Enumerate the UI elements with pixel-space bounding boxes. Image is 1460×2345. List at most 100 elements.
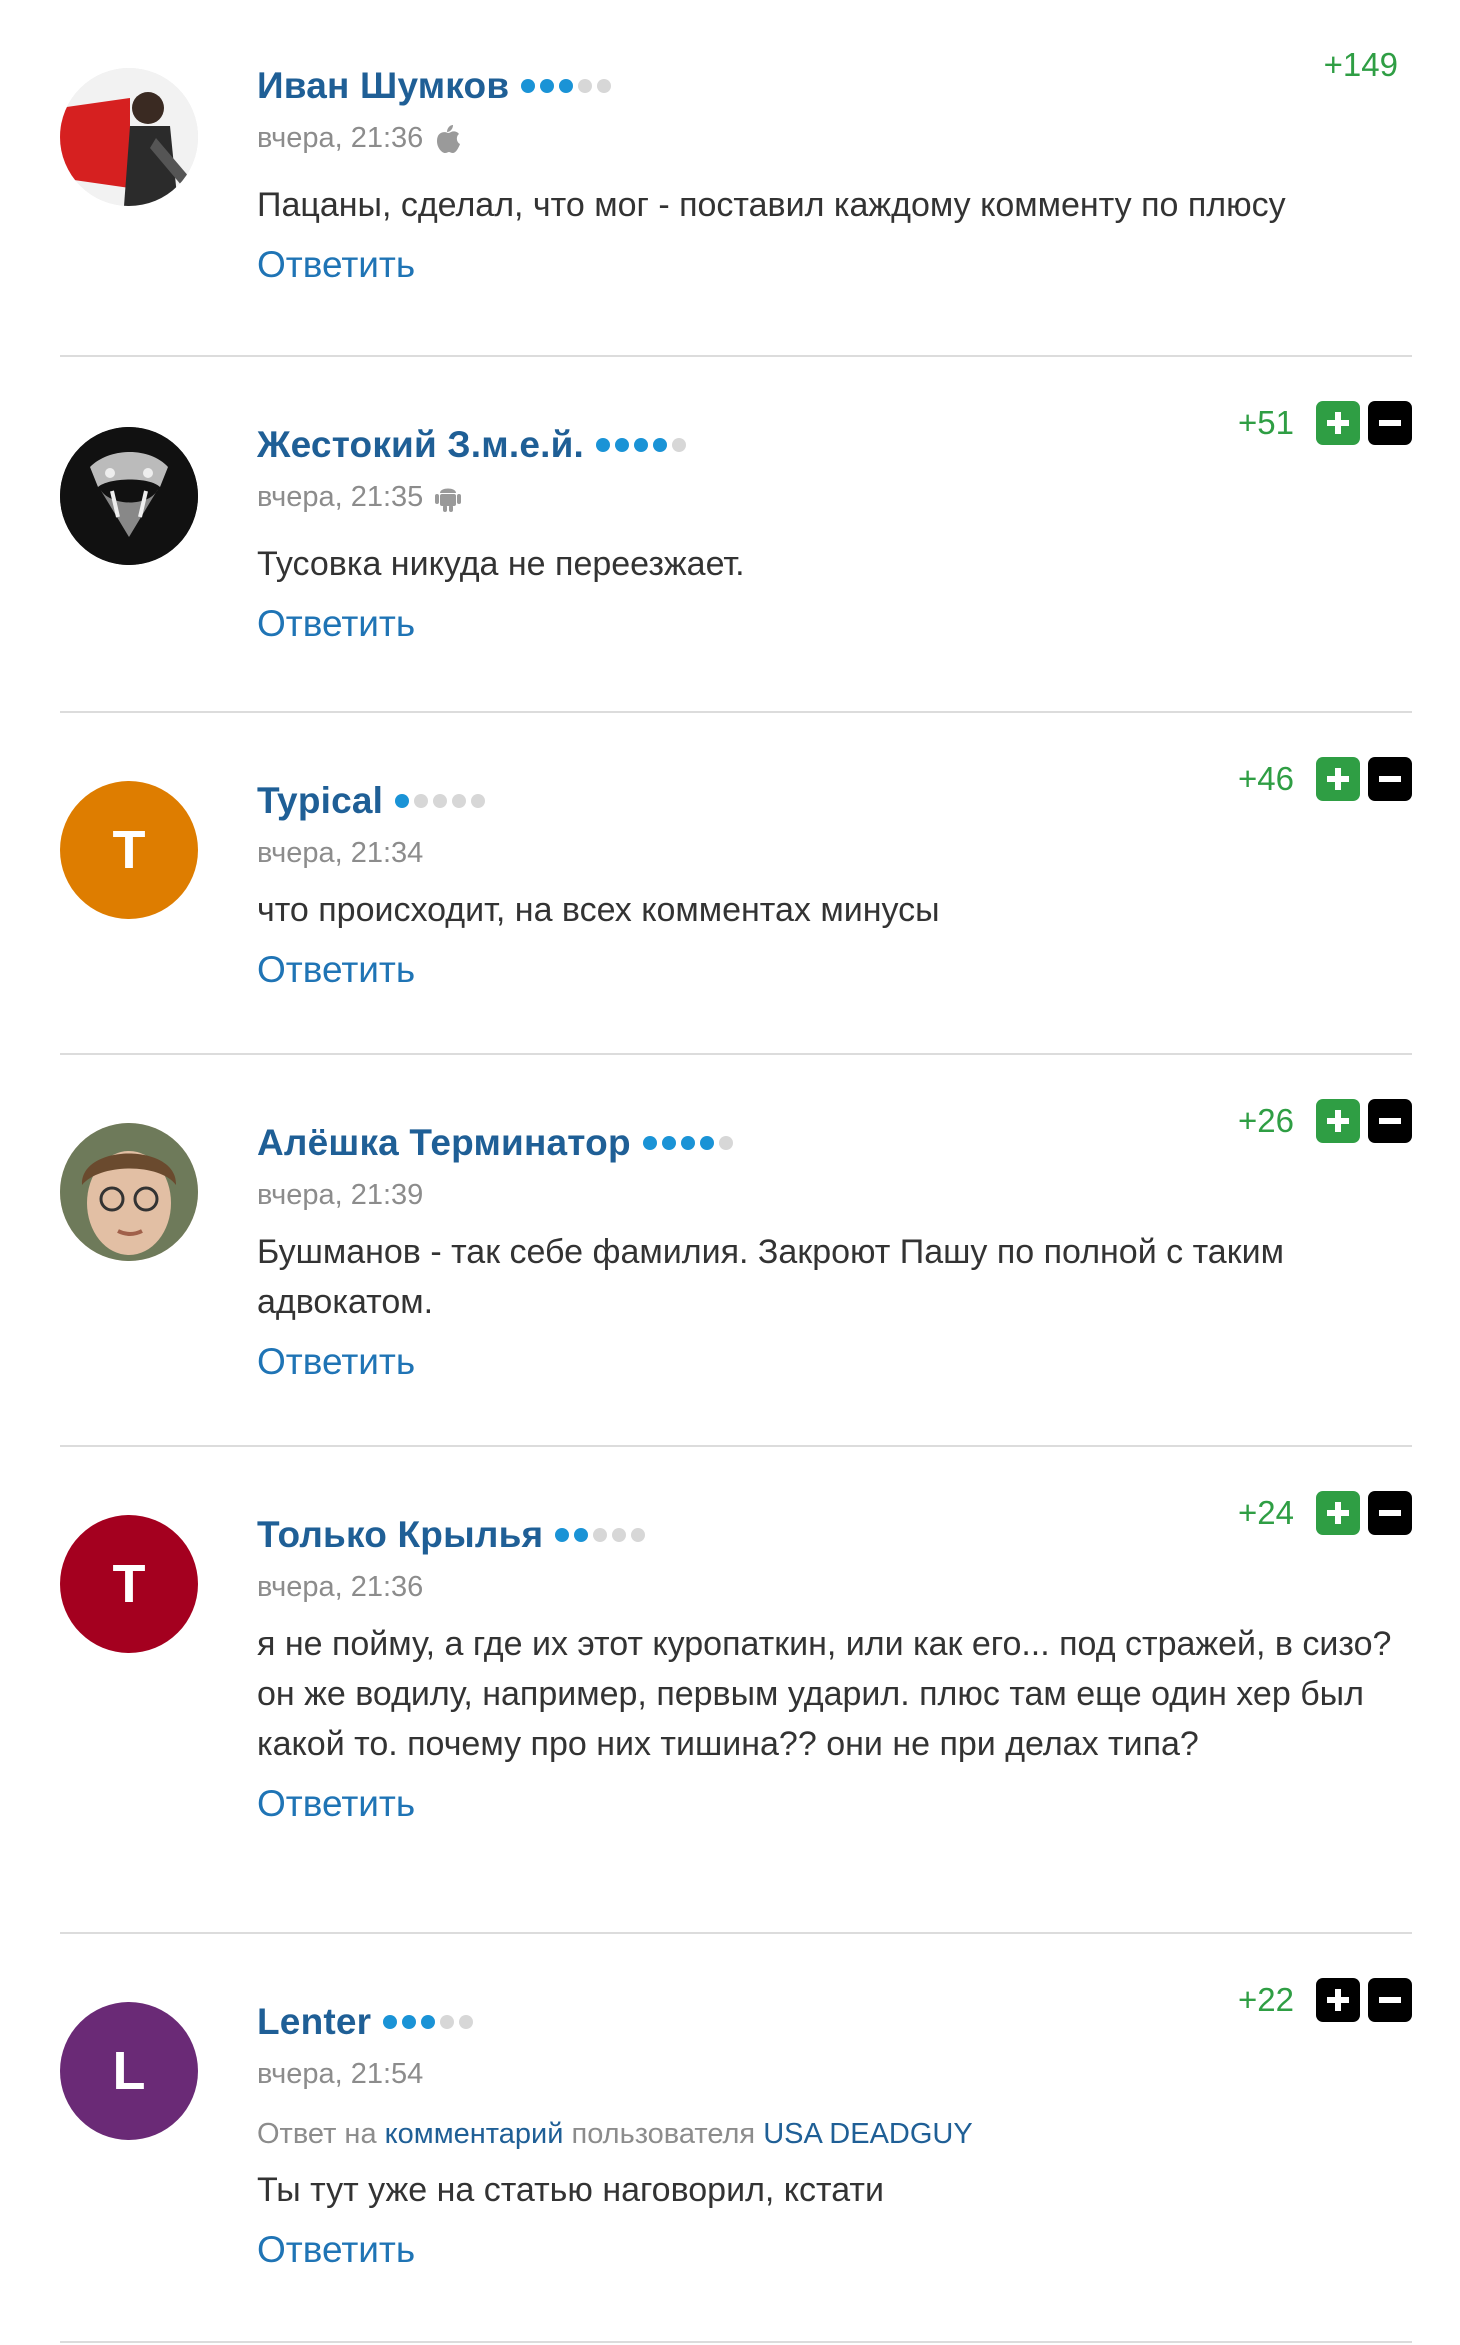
rating-dot bbox=[559, 79, 574, 93]
upvote-button[interactable] bbox=[1316, 401, 1360, 445]
rating-dot bbox=[395, 794, 410, 808]
rating-dot bbox=[574, 1528, 589, 1542]
snake-photo-icon bbox=[60, 427, 198, 565]
rating-dot bbox=[593, 1528, 608, 1542]
reply-button[interactable]: Ответить bbox=[257, 244, 415, 286]
rating-dot bbox=[383, 2015, 398, 2029]
minus-icon bbox=[1379, 420, 1401, 426]
reply-to-prefix: Ответ на bbox=[257, 2118, 377, 2150]
comment-author[interactable]: Только Крылья bbox=[257, 1514, 543, 1556]
downvote-button[interactable] bbox=[1368, 1978, 1412, 2022]
user-rating-dots bbox=[642, 1136, 738, 1150]
rating-dot bbox=[452, 794, 467, 808]
downvote-button[interactable] bbox=[1368, 1491, 1412, 1535]
rating-dot bbox=[540, 79, 555, 93]
rating-dot bbox=[433, 794, 448, 808]
reply-button[interactable]: Ответить bbox=[257, 603, 415, 645]
minus-icon bbox=[1379, 1118, 1401, 1124]
avatar-letter: L bbox=[112, 2041, 146, 2101]
plus-icon bbox=[1327, 412, 1349, 434]
avatar[interactable] bbox=[60, 1123, 198, 1261]
comment-score: +26 bbox=[1238, 1102, 1294, 1139]
reply-button[interactable]: Ответить bbox=[257, 1783, 415, 1825]
upvote-button[interactable] bbox=[1316, 1099, 1360, 1143]
downvote-button[interactable] bbox=[1368, 401, 1412, 445]
rating-dot bbox=[612, 1528, 627, 1542]
apple-icon bbox=[435, 123, 461, 153]
minus-icon bbox=[1379, 1997, 1401, 2003]
comment: Алёшка Терминатор вчера, 21:39 Бушманов … bbox=[60, 1055, 1412, 1447]
reply-to-comment-link[interactable]: комментарий bbox=[385, 2118, 564, 2150]
rating-dot bbox=[634, 438, 649, 452]
rating-dot bbox=[642, 1136, 657, 1150]
comment-text: я не пойму, а где их этот куропаткин, ил… bbox=[257, 1625, 1392, 1763]
downvote-button[interactable] bbox=[1368, 1099, 1412, 1143]
comment-text: Тусовка никуда не переезжает. bbox=[257, 545, 745, 583]
comment-time: вчера, 21:54 bbox=[257, 2057, 424, 2090]
comment-author[interactable]: Typical bbox=[257, 780, 383, 822]
rating-dot bbox=[596, 438, 611, 452]
avatar[interactable]: T bbox=[60, 781, 198, 919]
rating-dot bbox=[597, 79, 612, 93]
minus-icon bbox=[1379, 1510, 1401, 1516]
comment-score: +149 bbox=[1323, 46, 1398, 83]
user-rating-dots bbox=[395, 794, 490, 808]
downvote-button[interactable] bbox=[1368, 757, 1412, 801]
comment-time: вчера, 21:35 bbox=[257, 480, 424, 513]
avatar[interactable]: T bbox=[60, 1515, 198, 1653]
comment-author[interactable]: Алёшка Терминатор bbox=[257, 1122, 631, 1164]
user-rating-dots bbox=[555, 1528, 650, 1542]
face-photo-icon bbox=[60, 1123, 198, 1261]
comment-time: вчера, 21:34 bbox=[257, 836, 424, 869]
user-rating-dots bbox=[383, 2015, 478, 2029]
comment-text: что происходит, на всех комментах минусы bbox=[257, 891, 940, 929]
rating-dot bbox=[555, 1528, 570, 1542]
avatar[interactable]: L bbox=[60, 2002, 198, 2140]
rating-dot bbox=[631, 1528, 646, 1542]
upvote-button[interactable] bbox=[1316, 1978, 1360, 2022]
comment-author[interactable]: Жестокий З.м.е.й. bbox=[257, 424, 584, 466]
comment: T Только Крылья вчера, 21:36 я не пойму,… bbox=[60, 1447, 1412, 1934]
plus-icon bbox=[1327, 1989, 1349, 2011]
reply-button[interactable]: Ответить bbox=[257, 949, 415, 991]
comment-score: +51 bbox=[1238, 404, 1294, 441]
reply-to-user-link[interactable]: USA DEADGUY bbox=[763, 2118, 973, 2150]
android-icon bbox=[435, 482, 462, 512]
rating-dot bbox=[521, 79, 536, 93]
comment-author[interactable]: Lenter bbox=[257, 2001, 371, 2043]
comment-time: вчера, 21:36 bbox=[257, 1570, 424, 1603]
rating-dot bbox=[440, 2015, 455, 2029]
rating-dot bbox=[672, 438, 687, 452]
avatar-letter: T bbox=[112, 820, 146, 880]
rating-dot bbox=[661, 1136, 676, 1150]
rating-dot bbox=[699, 1136, 714, 1150]
avatar[interactable] bbox=[60, 427, 198, 565]
comment-time: вчера, 21:36 bbox=[257, 121, 424, 154]
reply-button[interactable]: Ответить bbox=[257, 2229, 415, 2271]
rating-dot bbox=[459, 2015, 474, 2029]
plus-icon bbox=[1327, 768, 1349, 790]
rating-dot bbox=[718, 1136, 733, 1150]
minus-icon bbox=[1379, 776, 1401, 782]
rating-dot bbox=[471, 794, 486, 808]
avatar-letter: T bbox=[112, 1554, 146, 1614]
rating-dot bbox=[578, 79, 593, 93]
user-photo-icon bbox=[60, 68, 198, 206]
upvote-button[interactable] bbox=[1316, 1491, 1360, 1535]
rating-dot bbox=[402, 2015, 417, 2029]
avatar[interactable] bbox=[60, 68, 198, 206]
comment-author[interactable]: Иван Шумков bbox=[257, 65, 509, 107]
rating-dot bbox=[680, 1136, 695, 1150]
comment-score: +24 bbox=[1238, 1494, 1294, 1531]
comment-text: Ты тут уже на статью наговорил, кстати bbox=[257, 2171, 884, 2209]
rating-dot bbox=[414, 794, 429, 808]
reply-button[interactable]: Ответить bbox=[257, 1341, 415, 1383]
rating-dot bbox=[421, 2015, 436, 2029]
reply-to-note: Ответ на комментарий пользователя USA DE… bbox=[257, 2118, 1412, 2151]
comment-time: вчера, 21:39 bbox=[257, 1178, 424, 1211]
plus-icon bbox=[1327, 1502, 1349, 1524]
comment-score: +22 bbox=[1238, 1981, 1294, 2018]
comment: Жестокий З.м.е.й. вчера, 21:35 Тусовка н… bbox=[60, 357, 1412, 713]
upvote-button[interactable] bbox=[1316, 757, 1360, 801]
comment-text: Пацаны, сделал, что мог - поставил каждо… bbox=[257, 186, 1286, 224]
